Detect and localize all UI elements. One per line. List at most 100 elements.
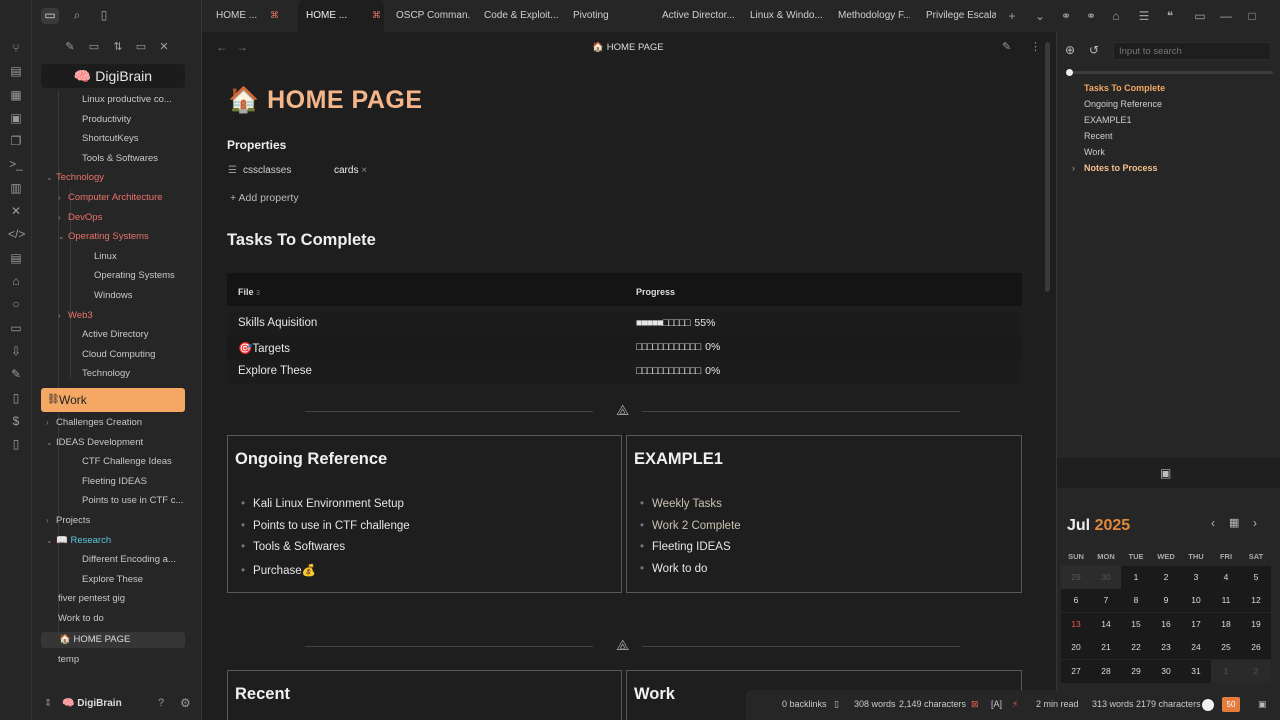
calendar-day[interactable]: 1 [1121, 566, 1151, 589]
list-icon[interactable]: ☰ [1136, 8, 1152, 24]
tab-8[interactable]: Privilege Escala... [918, 0, 996, 32]
calendar-day[interactable]: 27 [1061, 659, 1091, 683]
search-icon[interactable]: ○ [8, 296, 24, 312]
outline-item[interactable]: EXAMPLE1 [1084, 115, 1132, 125]
chevron-right-icon[interactable]: › [58, 209, 68, 227]
calendar-day[interactable]: 14 [1091, 612, 1121, 636]
calendar-day[interactable]: 12 [1241, 589, 1271, 613]
maximize-icon[interactable]: □ [1244, 8, 1260, 24]
add-property-button[interactable]: + Add property [230, 192, 299, 204]
link-icon[interactable]: ⚭ [1083, 8, 1099, 24]
property-key[interactable]: ☰ cssclasses [228, 165, 291, 176]
tree-item[interactable]: Technology [82, 365, 208, 383]
calendar-day[interactable]: 13 [1061, 612, 1091, 636]
tree-item[interactable]: › Projects [46, 512, 184, 530]
tab-4[interactable]: Pivoting [565, 0, 635, 32]
layout-icon[interactable]: ▭ [1192, 8, 1208, 24]
file-home-page[interactable]: 🏠 HOME PAGE [41, 632, 185, 648]
theme-toggle-icon[interactable] [1202, 699, 1214, 711]
chevron-down-icon[interactable]: ⌄ [46, 169, 56, 187]
home-icon[interactable]: ⌂ [8, 273, 24, 289]
card-title[interactable]: Work [634, 685, 675, 704]
calendar-day[interactable]: 6 [1061, 589, 1091, 613]
outline-item[interactable]: Work [1084, 147, 1105, 157]
folder-work[interactable]: ⛓ Work [41, 388, 185, 412]
tree-item[interactable]: ⌄ Technology [46, 169, 184, 187]
list-item[interactable]: Tools & Softwares [241, 541, 345, 553]
grid-icon[interactable]: ▦ [8, 87, 24, 103]
download-icon[interactable]: ⇩ [8, 343, 24, 359]
properties-heading[interactable]: Properties [227, 138, 286, 152]
tag-icon[interactable]: ⌂ [1108, 8, 1124, 24]
calendar-day[interactable]: 25 [1211, 636, 1241, 660]
tree-item[interactable]: Windows [94, 287, 208, 305]
calendar-day[interactable]: 22 [1121, 636, 1151, 660]
calendar-day[interactable]: 28 [1091, 659, 1121, 683]
plugin-icon[interactable]: ⚡ [1012, 699, 1018, 710]
today-icon[interactable]: ▦ [1229, 516, 1239, 529]
calendar-day[interactable]: 29 [1121, 659, 1151, 683]
new-note-icon[interactable]: ✎ [62, 40, 78, 56]
tree-item[interactable]: Points to use in CTF c... [82, 492, 208, 510]
list-item[interactable]: Work 2 Complete [640, 520, 741, 532]
sort-icon[interactable]: ⇅ [110, 40, 126, 56]
minimize-icon[interactable]: — [1218, 8, 1234, 24]
list-item[interactable]: Work to do [640, 563, 707, 575]
property-value-tag[interactable]: cards × [334, 165, 367, 176]
tree-item[interactable]: Active Directory [82, 326, 208, 344]
card-title[interactable]: Recent [235, 685, 290, 704]
vault-switcher[interactable]: ⇕ 🧠 DigiBrain ? ⚙ [32, 690, 202, 720]
col-file-header[interactable]: File 3 [238, 287, 260, 297]
new-tab-icon[interactable]: + [1004, 8, 1020, 24]
list-item[interactable]: Weekly Tasks [640, 498, 722, 510]
table-icon[interactable]: ▥ [8, 180, 24, 196]
chevron-down-icon[interactable]: ⌄ [46, 532, 56, 550]
outline-item[interactable]: Recent [1084, 131, 1113, 141]
tree-item[interactable]: ⌄ IDEAS Development [46, 434, 184, 452]
folder-icon[interactable]: ▭ [41, 8, 59, 24]
copy-icon[interactable]: ❐ [8, 133, 24, 149]
tree-item[interactable]: › Challenges Creation [46, 414, 184, 432]
outline-item[interactable]: Ongoing Reference [1084, 99, 1162, 109]
terminal-icon[interactable]: >_ [8, 156, 24, 172]
calendar-day[interactable]: 5 [1241, 566, 1271, 589]
col-progress-header[interactable]: Progress [636, 287, 675, 297]
tree-item[interactable]: Different Encoding a... [82, 551, 208, 569]
code-icon[interactable]: </> [8, 226, 25, 242]
more-options-icon[interactable]: ⋮ [1030, 40, 1041, 53]
calendar-day[interactable]: 9 [1151, 589, 1181, 613]
book-icon[interactable]: ▯ [8, 436, 24, 452]
status-badge[interactable]: 50 [1222, 697, 1240, 712]
chevron-right-icon[interactable]: › [58, 307, 68, 325]
new-folder-icon[interactable]: ▭ [86, 40, 102, 56]
editor-mode[interactable]: [A] [991, 699, 1002, 709]
graph-icon[interactable]: ⑂ [8, 40, 24, 56]
tree-item[interactable]: ShortcutKeys [82, 130, 208, 148]
tree-item[interactable]: › Web3 [58, 307, 184, 325]
calendar-day[interactable]: 20 [1061, 636, 1091, 660]
calendar-day[interactable]: 23 [1151, 636, 1181, 660]
outline-slider[interactable] [1066, 69, 1273, 76]
calendar-day[interactable]: 15 [1121, 612, 1151, 636]
bookmark-icon[interactable]: ❝ [1162, 8, 1178, 24]
note-icon[interactable]: ▤ [8, 63, 24, 79]
slider-knob[interactable] [1066, 69, 1073, 76]
task-file-link[interactable]: Skills Aquisition [238, 317, 317, 329]
task-file-link[interactable]: 🎯Targets [238, 341, 290, 355]
calendar-day[interactable]: 26 [1241, 636, 1271, 660]
calendar-day[interactable]: 18 [1211, 612, 1241, 636]
chevron-left-icon[interactable]: ‹ [1211, 516, 1215, 530]
chevron-down-icon[interactable]: ⌄ [58, 228, 68, 246]
calendar-icon[interactable]: ▣ [8, 110, 24, 126]
book-icon[interactable]: ▯ [834, 699, 839, 710]
chevron-right-icon[interactable]: › [46, 512, 56, 530]
archive-icon[interactable]: ▤ [8, 250, 24, 266]
lock-icon[interactable]: ▣ [1258, 699, 1267, 710]
search-icon[interactable]: ⌕ [68, 8, 86, 24]
tree-item[interactable]: Productivity [82, 111, 208, 129]
list-item[interactable]: Fleeting IDEAS [640, 541, 731, 553]
backlinks-count[interactable]: 0 backlinks [782, 699, 827, 709]
calendar-day[interactable]: 11 [1211, 589, 1241, 613]
calendar-day[interactable]: 1 [1211, 659, 1241, 683]
tree-item[interactable]: ⌄ Operating Systems [58, 228, 184, 246]
